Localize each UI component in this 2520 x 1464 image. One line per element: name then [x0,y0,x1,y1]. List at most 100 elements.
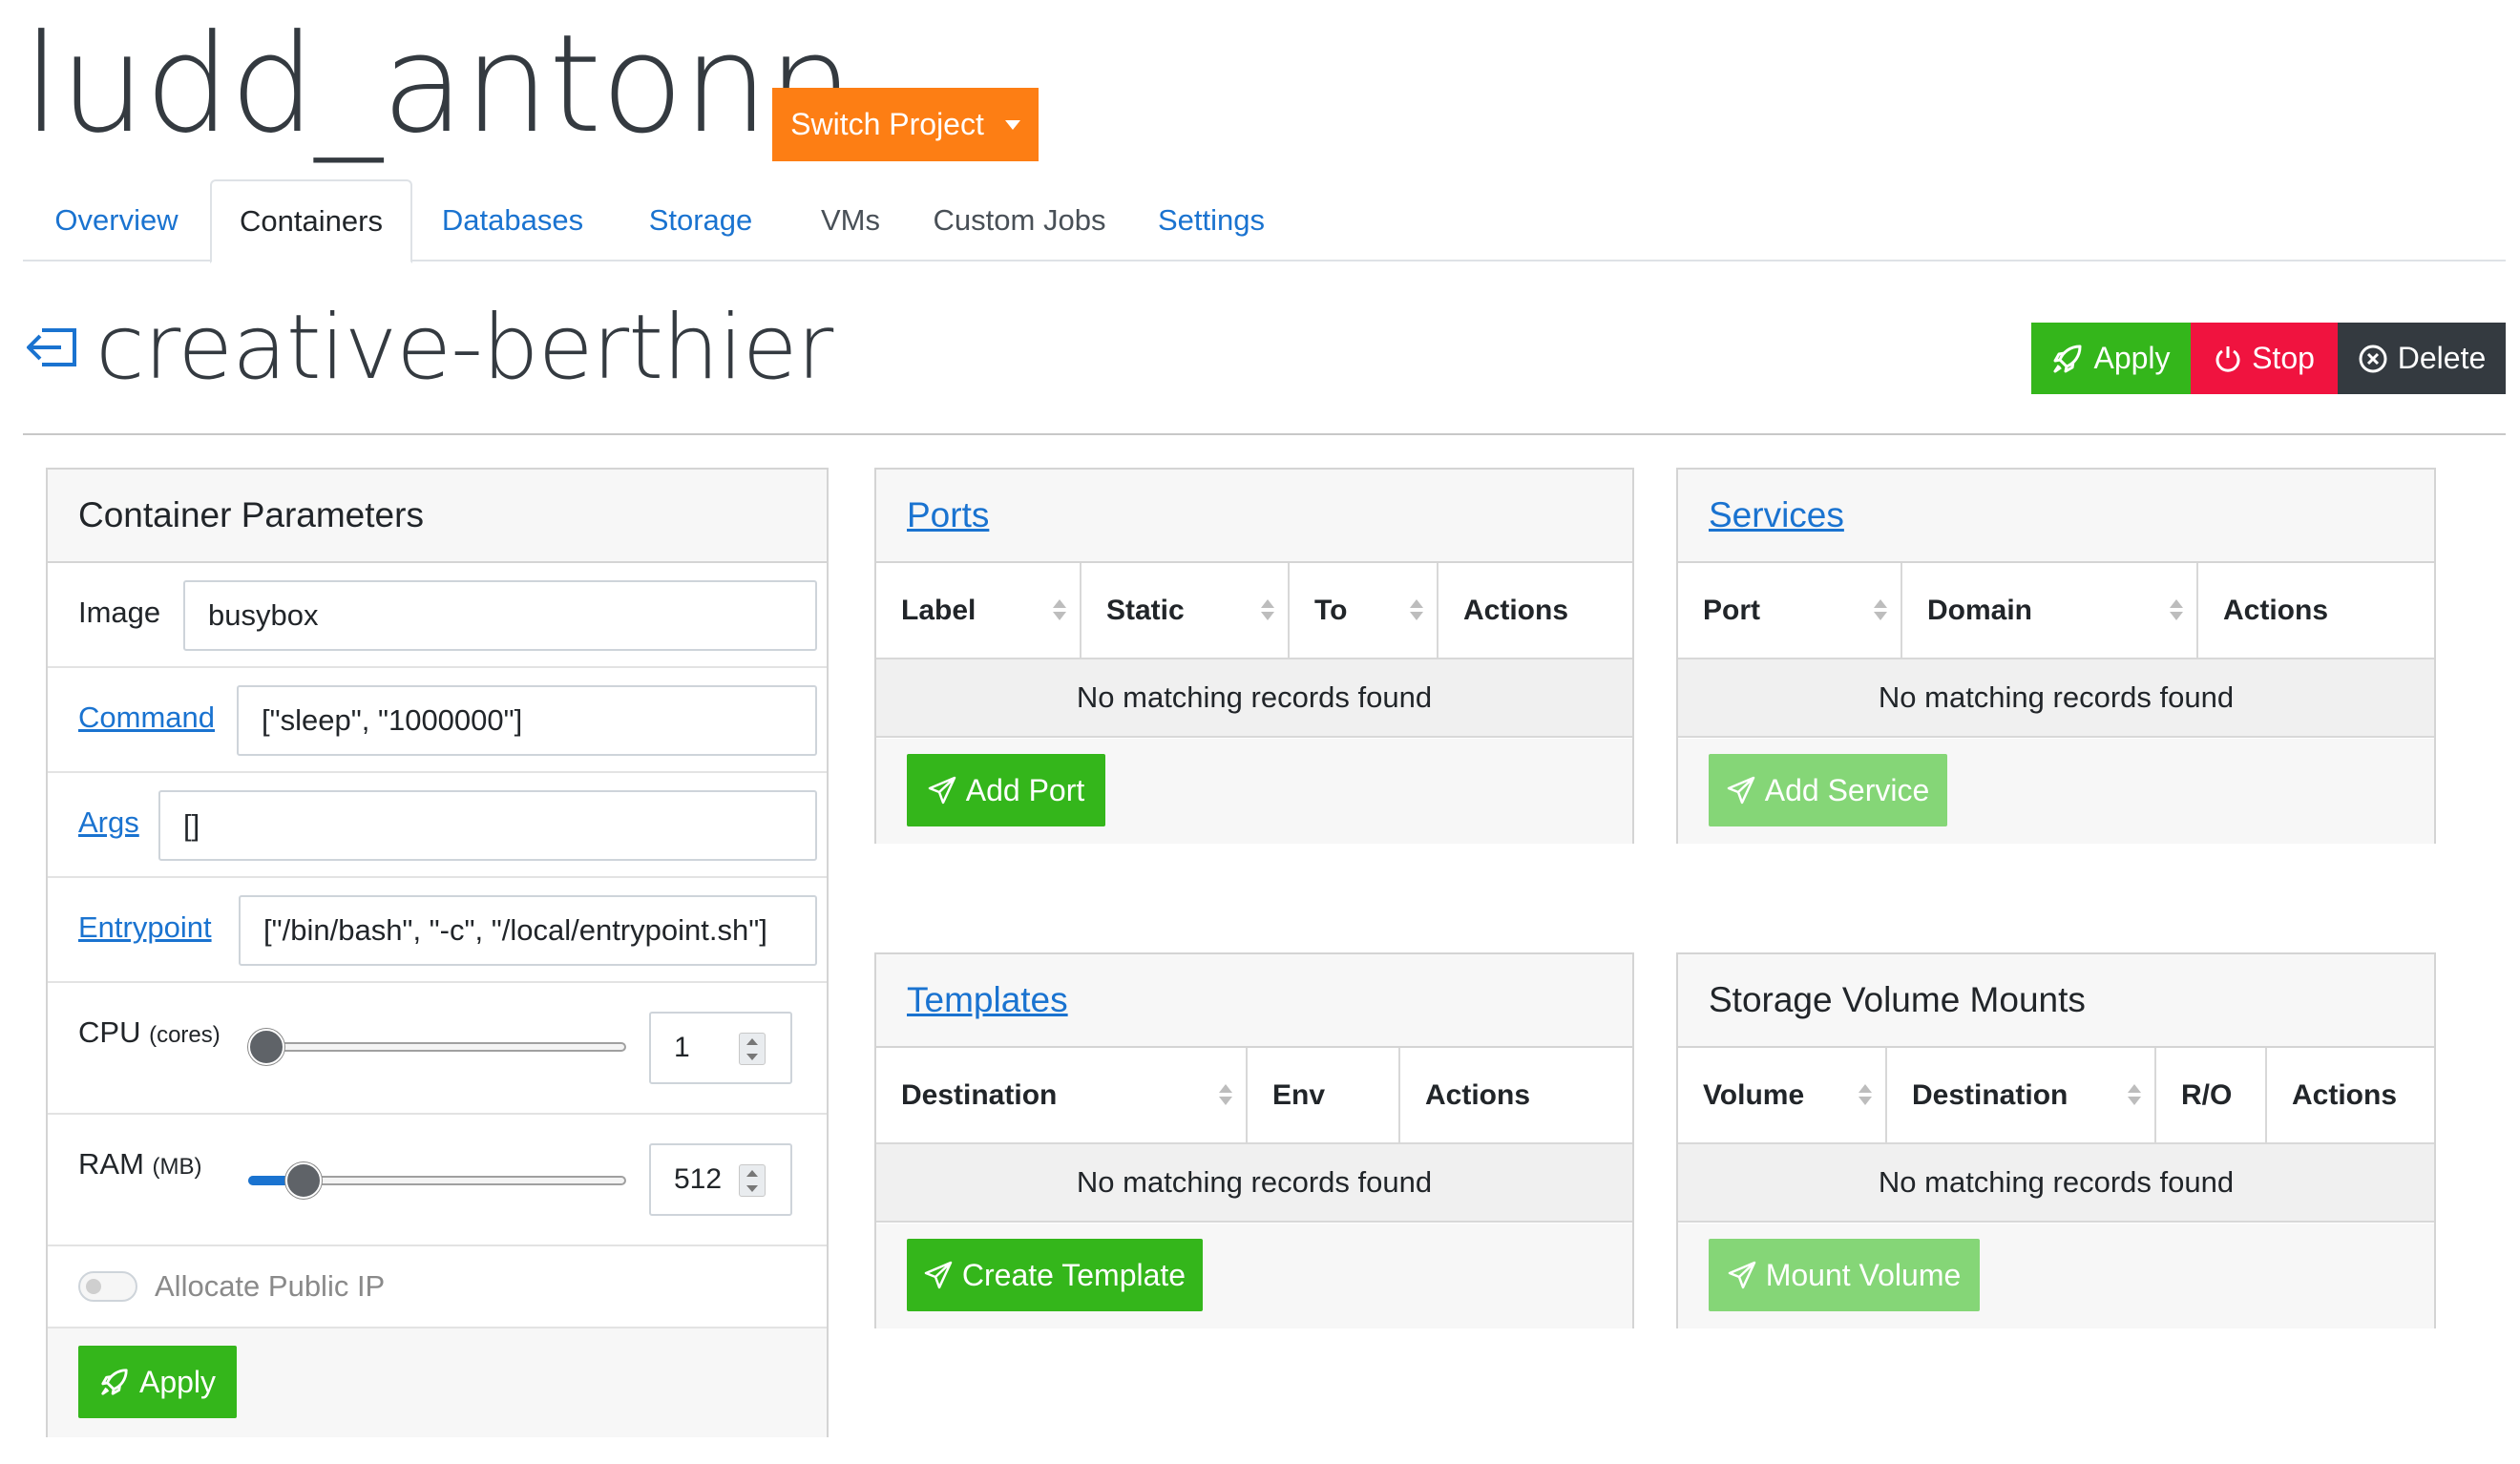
column-header[interactable]: Domain [1901,563,2198,659]
tab-custom-jobs[interactable]: Custom Jobs [913,179,1126,261]
delete-label: Delete [2397,341,2487,375]
ports-card: Ports Label Static To Actions No matchin… [874,468,1634,844]
nav-tabs: Overview Containers Databases Storage VM… [23,179,2506,263]
cpu-label: CPU (cores) [78,1015,220,1050]
divider [23,433,2506,435]
args-link[interactable]: Args [78,805,139,840]
cpu-slider-track[interactable] [248,1042,626,1052]
empty-message: No matching records found [1678,1143,2434,1223]
mount-volume-label: Mount Volume [1765,1257,1962,1292]
rocket-icon [2053,345,2082,372]
container-actions: Apply Stop Delete [2031,323,2506,394]
templates-table: Destination Env Actions No matching reco… [876,1048,1632,1223]
card-header: Container Parameters [48,470,827,563]
add-port-button[interactable]: Add Port [907,754,1105,826]
tab-storage[interactable]: Storage [613,179,788,261]
volumes-footer: Mount Volume [1678,1223,2434,1328]
column-label: Actions [1425,1078,1531,1111]
templates-card: Templates Destination Env Actions No mat… [874,952,1634,1328]
column-label: Volume [1703,1078,1805,1111]
ram-spinner[interactable] [739,1164,766,1197]
apply-button[interactable]: Apply [2031,323,2191,394]
empty-message: No matching records found [876,659,1632,738]
stop-label: Stop [2252,341,2315,375]
column-label: Domain [1927,594,2033,626]
param-row-command: Command ["sleep", "1000000"] [48,668,827,773]
entrypoint-link[interactable]: Entrypoint [78,910,212,945]
params-apply-label: Apply [138,1364,217,1399]
ram-value: 512 [674,1163,723,1195]
sort-icon [2128,1084,2141,1111]
tab-databases[interactable]: Databases [412,179,613,261]
sort-icon [1874,599,1887,626]
send-icon [1728,1261,1755,1289]
ram-unit: (MB) [152,1154,202,1180]
mount-volume-button[interactable]: Mount Volume [1709,1239,1980,1311]
param-row-ram: RAM (MB) 512 [48,1115,827,1246]
power-icon [2216,345,2240,372]
column-header[interactable]: Label [876,563,1082,659]
apply-label: Apply [2093,341,2171,375]
create-template-label: Create Template [961,1257,1186,1292]
create-template-button[interactable]: Create Template [907,1239,1203,1311]
column-label: Port [1703,594,1760,626]
services-header: Services [1678,470,2434,563]
command-input[interactable]: ["sleep", "1000000"] [237,685,817,756]
params-apply-button[interactable]: Apply [78,1346,237,1418]
public-ip-toggle[interactable] [78,1271,137,1302]
tab-settings[interactable]: Settings [1126,179,1296,261]
sort-icon [1410,599,1423,626]
image-input[interactable]: busybox [183,580,817,651]
sort-icon [1858,1084,1872,1111]
public-ip-label: Allocate Public IP [155,1269,386,1303]
cpu-label-text: CPU [78,1015,141,1049]
column-header: Actions [2266,1048,2434,1144]
volumes-table: Volume Destination R/O Actions No matchi… [1678,1048,2434,1223]
empty-message: No matching records found [876,1143,1632,1223]
column-label: Static [1106,594,1185,626]
tab-containers[interactable]: Containers [210,179,412,263]
param-row-entrypoint: Entrypoint ["/bin/bash", "-c", "/local/e… [48,878,827,983]
container-heading: creative-berthier [23,296,833,400]
column-label: Label [901,594,976,626]
command-link[interactable]: Command [78,701,215,735]
column-header[interactable]: To [1289,563,1438,659]
column-header: Actions [1438,563,1632,659]
column-header[interactable]: Destination [876,1048,1248,1144]
cpu-slider-thumb[interactable] [248,1029,284,1065]
ram-number-input[interactable]: 512 [649,1143,792,1216]
templates-footer: Create Template [876,1223,1632,1328]
column-header: Actions [1399,1048,1632,1144]
volumes-header: Storage Volume Mounts [1678,954,2434,1048]
column-label: Destination [901,1078,1058,1111]
column-header[interactable]: Static [1081,563,1290,659]
empty-message: No matching records found [1678,659,2434,738]
back-arrow-icon[interactable] [23,324,78,370]
entrypoint-input[interactable]: ["/bin/bash", "-c", "/local/entrypoint.s… [239,895,817,966]
cpu-value: 1 [674,1032,690,1063]
params-footer: Apply [48,1328,827,1437]
cpu-number-input[interactable]: 1 [649,1012,792,1084]
services-link[interactable]: Services [1709,495,1844,535]
add-service-button[interactable]: Add Service [1709,754,1947,826]
column-label: Actions [1463,594,1569,626]
switch-project-button[interactable]: Switch Project [772,88,1039,161]
templates-link[interactable]: Templates [907,980,1068,1020]
args-input[interactable]: [] [158,790,817,861]
stop-button[interactable]: Stop [2191,323,2338,394]
column-header[interactable]: Volume [1678,1048,1887,1144]
column-label: R/O [2181,1078,2233,1111]
cpu-spinner[interactable] [739,1033,766,1065]
services-card: Services Port Domain Actions No matching… [1676,468,2436,844]
ram-slider-thumb[interactable] [285,1162,323,1199]
send-icon [928,776,956,805]
caret-down-icon [1004,119,1020,130]
column-header[interactable]: Destination [1886,1048,2156,1144]
delete-button[interactable]: Delete [2338,323,2506,394]
tab-vms[interactable]: VMs [788,179,913,261]
ports-link[interactable]: Ports [907,495,989,535]
tab-overview[interactable]: Overview [23,179,210,261]
column-header: Actions [2197,563,2434,659]
column-header[interactable]: Port [1678,563,1902,659]
add-service-label: Add Service [1764,772,1930,807]
